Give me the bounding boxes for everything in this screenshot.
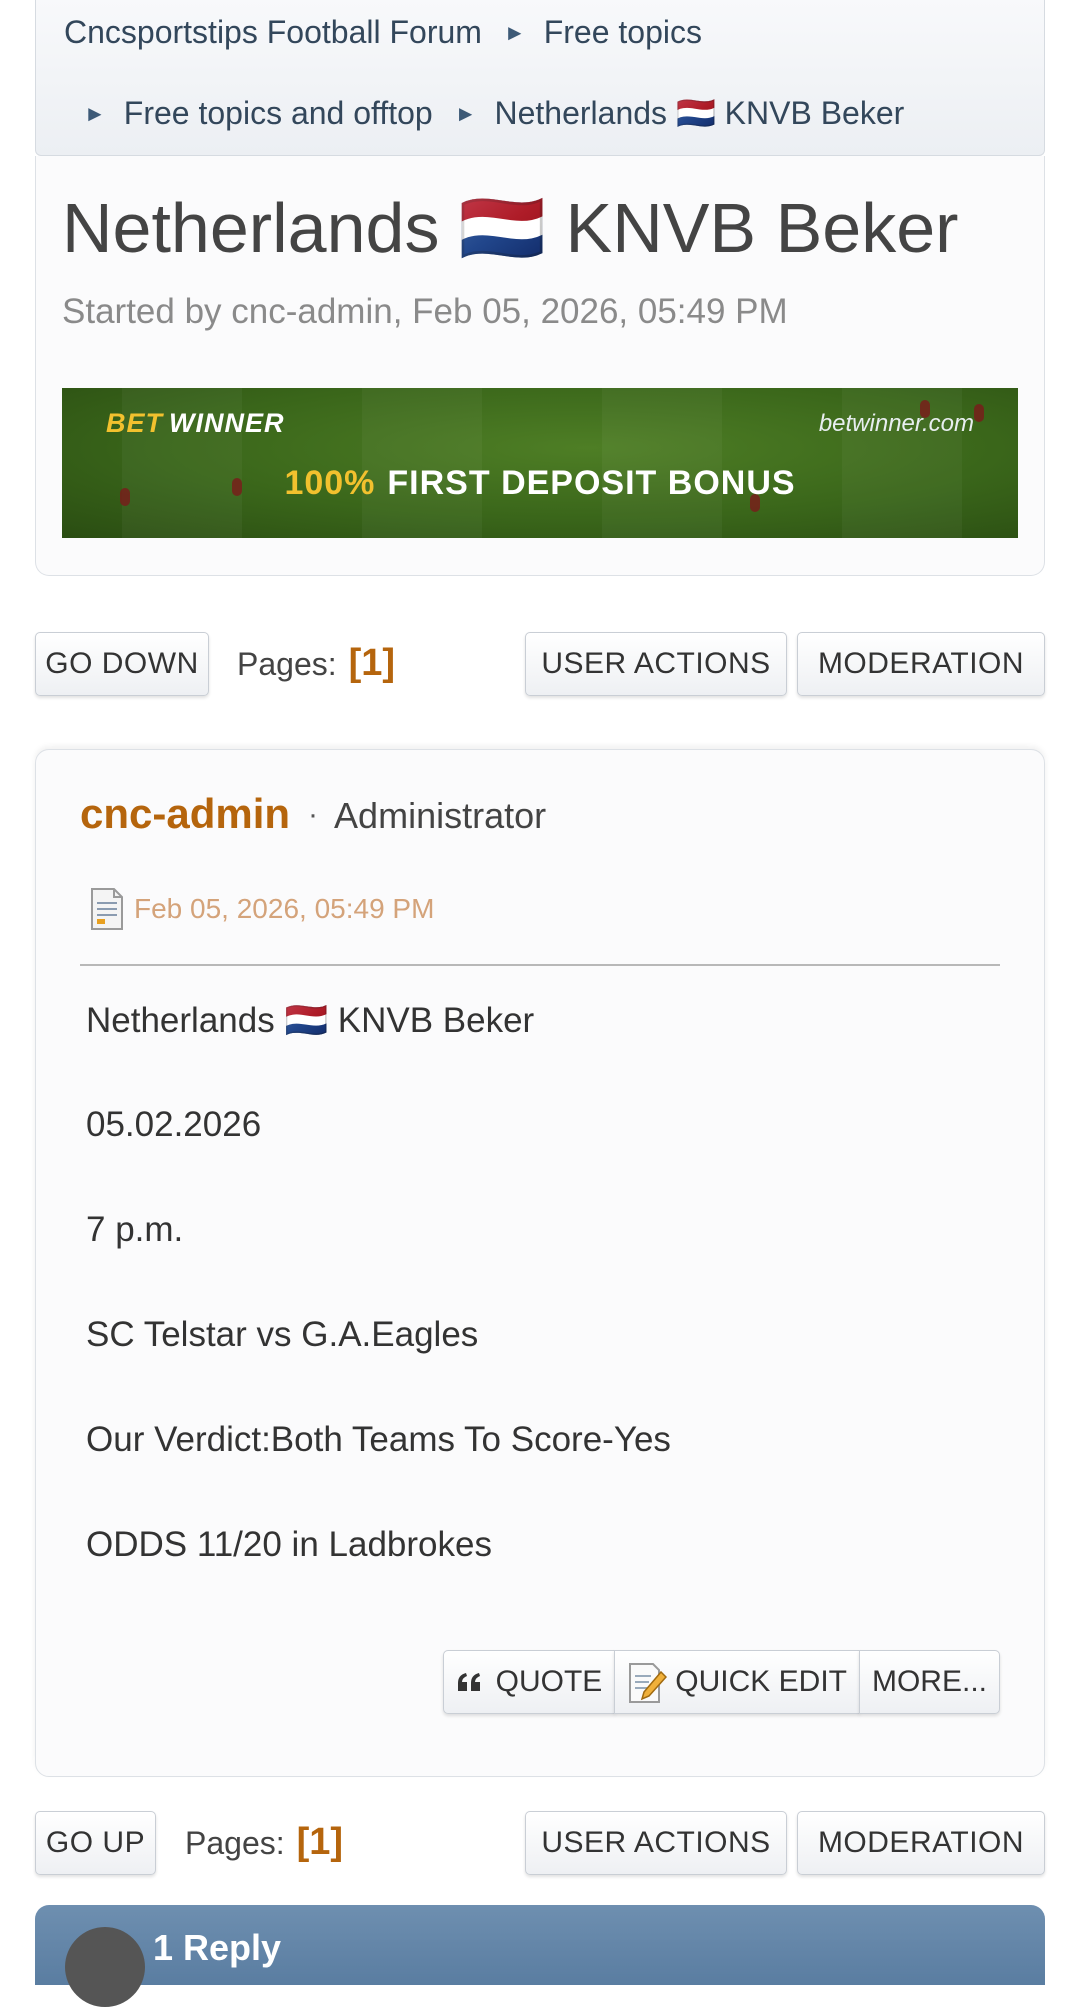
post-line: SC Telstar vs G.A.Eagles (86, 1315, 479, 1354)
moderation-button[interactable]: MODERATION (797, 1811, 1045, 1875)
go-down-button[interactable]: GO DOWN (35, 632, 209, 696)
post-body: Netherlands 🇳🇱 KNVB Beker 05.02.2026 7 p… (86, 1000, 671, 1630)
topic-started-by: Started by cnc-admin, Feb 05, 2026, 05:4… (62, 292, 788, 331)
banner-offer: 100% FIRST DEPOSIT BONUS (284, 464, 796, 502)
post-line: Our Verdict:Both Teams To Score-Yes (86, 1420, 671, 1459)
post-date-row: Feb 05, 2026, 05:49 PM (90, 885, 434, 933)
banner-logo: BET WINNER (106, 408, 285, 438)
post-line: ODDS 11/20 in Ladbrokes (86, 1525, 492, 1564)
pagination: Pages: [1] (237, 642, 395, 685)
go-up-button[interactable]: GO UP (35, 1811, 156, 1875)
user-actions-button[interactable]: USER ACTIONS (525, 632, 787, 696)
edit-note-icon (627, 1660, 668, 1704)
pagination-bar-bottom: GO UP Pages: [1] USER ACTIONS MODERATION (35, 1811, 1045, 1877)
pages-label: Pages: (185, 1825, 285, 1861)
quote-label: QUOTE (495, 1665, 603, 1698)
author-link[interactable]: cnc-admin (80, 790, 290, 837)
author-role: Administrator (334, 795, 547, 836)
current-page[interactable]: [1] (297, 1821, 343, 1863)
post-card: cnc-admin · Administrator Feb 05, 2026, 05… (35, 749, 1045, 1777)
quick-edit-label: QUICK EDIT (675, 1665, 847, 1698)
divider (80, 964, 1000, 966)
post-line: 05.02.2026 (86, 1105, 262, 1144)
breadcrumb-separator-icon: ► (454, 101, 477, 126)
breadcrumb-link-forum[interactable]: Cncsportstips Football Forum (64, 14, 482, 50)
separator-dot: · (308, 798, 319, 831)
breadcrumb-separator-icon: ► (84, 101, 106, 126)
breadcrumb-current-topic[interactable]: Netherlands 🇳🇱 KNVB Beker (495, 95, 905, 131)
poster-info: cnc-admin · Administrator (80, 790, 546, 838)
current-page[interactable]: [1] (349, 642, 395, 684)
breadcrumb: Cncsportstips Football Forum ► Free topics… (35, 0, 1045, 156)
pagination-bar-top: GO DOWN Pages: [1] USER ACTIONS MODERATIO… (35, 632, 1045, 698)
page-title: Netherlands 🇳🇱 KNVB Beker (62, 189, 959, 267)
breadcrumb-link-free-topics[interactable]: Free topics (544, 14, 702, 50)
pagination: Pages: [1] (185, 1821, 343, 1864)
post-actions: QUOTE QUICK EDIT MORE... (442, 1650, 1000, 1714)
post-line: Netherlands 🇳🇱 KNVB Beker (86, 1001, 535, 1040)
breadcrumb-separator-icon: ► (503, 20, 526, 45)
user-actions-button[interactable]: USER ACTIONS (525, 1811, 787, 1875)
post-date-link[interactable]: Feb 05, 2026, 05:49 PM (134, 893, 434, 925)
replies-header: 1 Reply (35, 1905, 1045, 2007)
moderation-button[interactable]: MODERATION (797, 632, 1045, 696)
breadcrumb-link-offtop[interactable]: Free topics and offtop (124, 95, 433, 131)
banner-domain: betwinner.com (818, 410, 974, 437)
more-button[interactable]: MORE... (858, 1650, 1000, 1714)
pages-label: Pages: (237, 646, 337, 682)
quote-icon (456, 1671, 482, 1693)
more-label: MORE... (871, 1665, 987, 1698)
ad-banner[interactable]: BET WINNER betwinner.com 100% FIRST DEPOSI… (62, 388, 1018, 538)
avatar (65, 1927, 145, 2007)
document-icon (91, 888, 123, 930)
quote-button[interactable]: QUOTE (442, 1650, 616, 1714)
topic-header: Netherlands 🇳🇱 KNVB Beker Started by cnc… (35, 156, 1045, 576)
replies-label: 1 Reply (153, 1927, 282, 1968)
post-line: 7 p.m. (86, 1210, 184, 1249)
quick-edit-button[interactable]: QUICK EDIT (614, 1650, 860, 1714)
